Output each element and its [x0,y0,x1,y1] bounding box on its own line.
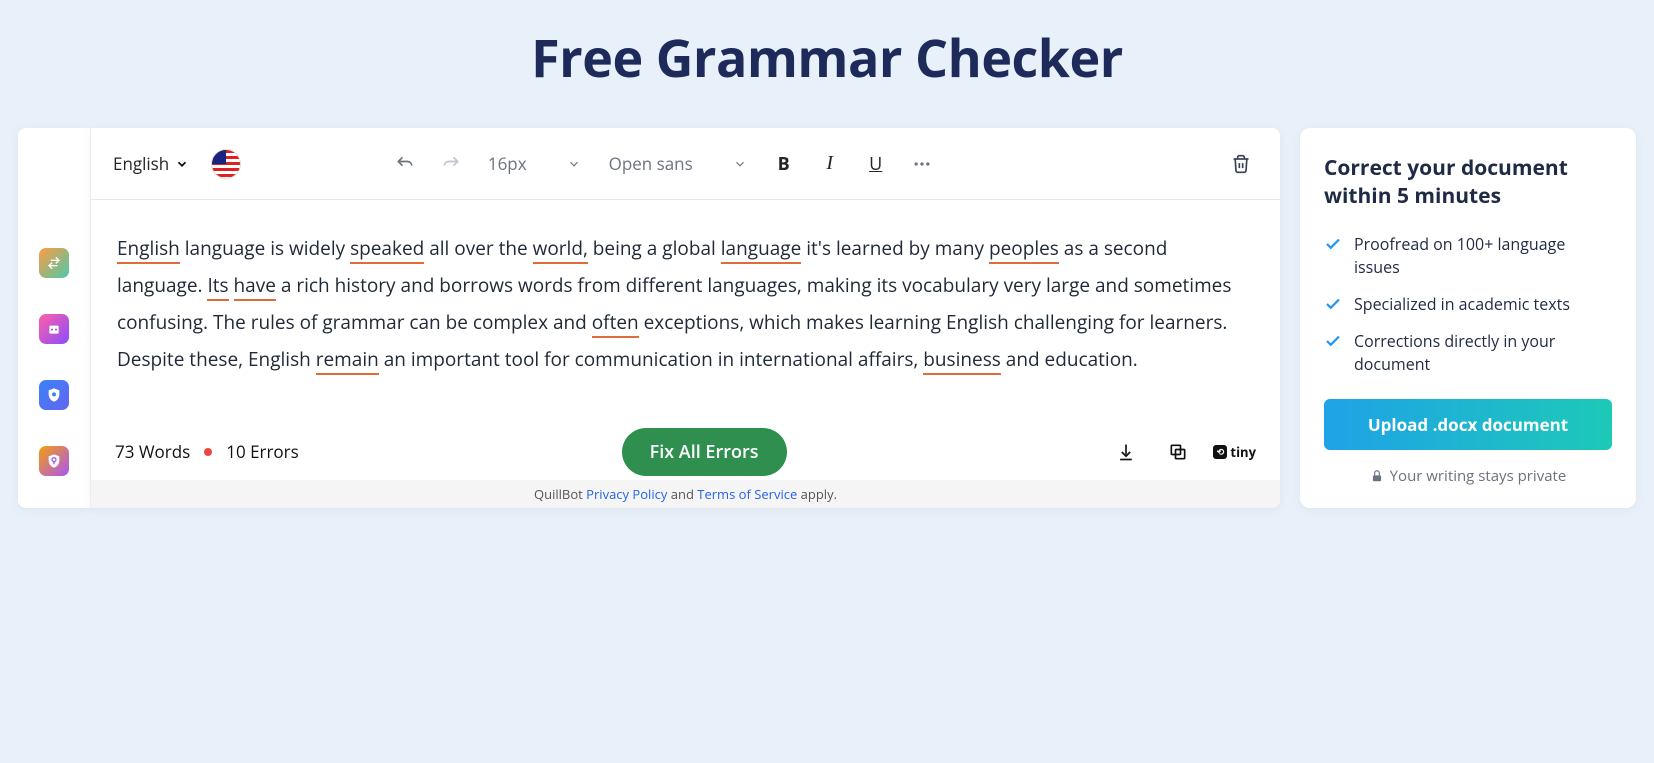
flag-us-icon[interactable] [211,149,241,179]
editor-card: English 16px Open sans B I U [90,128,1280,508]
page-title: Free Grammar Checker [0,0,1654,128]
error-underline[interactable]: speaked [350,235,424,264]
error-underline[interactable]: peoples [989,235,1059,264]
redo-button[interactable] [434,147,468,181]
download-button[interactable] [1109,435,1143,469]
promo-list-item: Proofread on 100+ language issues [1324,233,1612,279]
check-icon [1324,295,1342,313]
text-span: it's learned by many [801,235,989,261]
promo-heading: Correct your document within 5 minutes [1324,154,1612,211]
undo-button[interactable] [388,147,422,181]
text-span: all over the [424,235,532,261]
paraphrase-icon[interactable] [39,248,69,278]
more-options-button[interactable] [905,147,939,181]
promo-list-item: Specialized in academic texts [1324,293,1612,316]
promo-list: Proofread on 100+ language issues Special… [1324,233,1612,377]
bold-button[interactable]: B [767,147,801,181]
error-underline[interactable]: Its [207,272,228,301]
text-span: being a global [588,235,721,261]
underline-button[interactable]: U [859,147,893,181]
privacy-note: Your writing stays private [1324,466,1612,486]
ai-tool-icon[interactable] [39,314,69,344]
editor-toolbar: English 16px Open sans B I U [91,128,1280,200]
check-icon [1324,332,1342,350]
error-underline[interactable]: have [234,272,276,301]
language-selector[interactable]: English [113,152,189,175]
text-span: and education. [1001,346,1138,372]
error-dot-icon [204,448,212,456]
text-span: language is widely [180,235,350,261]
language-label: English [113,152,169,175]
editor-textarea[interactable]: English language is widely speaked all o… [91,200,1280,424]
delete-button[interactable] [1224,147,1258,181]
chevron-down-icon [733,157,747,171]
left-rail [18,128,90,508]
copy-button[interactable] [1161,435,1195,469]
text-span: an important tool for communication in i… [379,346,923,372]
promo-card: Correct your document within 5 minutes P… [1300,128,1636,508]
terms-link[interactable]: Terms of Service [697,485,797,503]
text-span [229,272,234,298]
lock-icon [1370,469,1384,483]
font-family-selector[interactable]: Open sans [601,152,755,175]
tiny-logo[interactable]: ⟲tiny [1213,443,1256,461]
italic-button[interactable]: I [813,147,847,181]
search-shield-icon[interactable] [39,446,69,476]
fix-all-button[interactable]: Fix All Errors [622,428,787,476]
promo-list-item: Corrections directly in your document [1324,330,1612,376]
error-underline[interactable]: English [117,235,180,264]
error-underline[interactable]: language [721,235,802,264]
check-icon [1324,235,1342,253]
error-underline[interactable]: world, [533,235,588,264]
error-underline[interactable]: business [923,346,1001,375]
error-underline[interactable]: often [592,309,639,338]
chevron-down-icon [175,157,189,171]
font-size-value: 16px [488,152,527,175]
word-count: 73 Words [115,440,190,463]
font-size-selector[interactable]: 16px [480,152,589,175]
shield-icon[interactable] [39,380,69,410]
legal-notice: QuillBot Privacy Policy and Terms of Ser… [91,480,1280,508]
right-panel: Correct your document within 5 minutes P… [1300,128,1636,508]
error-underline[interactable]: remain [316,346,379,375]
error-count: 10 Errors [226,440,298,463]
upload-button[interactable]: Upload .docx document [1324,399,1612,450]
editor-footer: 73 Words 10 Errors Fix All Errors ⟲tiny [91,424,1280,480]
privacy-policy-link[interactable]: Privacy Policy [586,485,667,503]
font-family-value: Open sans [609,152,693,175]
chevron-down-icon [567,157,581,171]
